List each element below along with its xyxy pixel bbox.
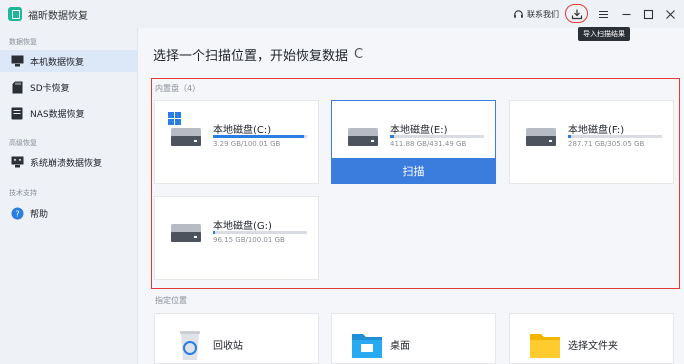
contact-us-label: 联系我们 xyxy=(527,10,559,19)
drive-name: 本地磁盘(G:) xyxy=(213,221,272,232)
page-title: 选择一个扫描位置，开始恢复数据 C xyxy=(153,45,363,64)
export-icon xyxy=(571,9,582,19)
sidebar-item-sd-recovery[interactable]: SD卡恢复 xyxy=(0,76,138,98)
page-title-text: 选择一个扫描位置，开始恢复数据 xyxy=(153,49,349,64)
drive-usage-bar xyxy=(568,135,662,138)
hard-drive-icon xyxy=(171,128,201,146)
drive-name: 本地磁盘(F:) xyxy=(568,125,625,136)
menu-icon[interactable] xyxy=(595,6,611,22)
drive-card-f[interactable]: 本地磁盘(F:) 287.71 GB/305.05 GB xyxy=(509,100,674,184)
drive-size: 411.88 GB/431.49 GB xyxy=(390,140,467,148)
sidebar-item-help[interactable]: ? 帮助 xyxy=(0,202,138,224)
drive-card-c[interactable]: 本地磁盘(C:) 3.29 GB/100.01 GB xyxy=(154,100,319,184)
svg-text:?: ? xyxy=(15,209,19,218)
internal-drives-label: 内置盘（4） xyxy=(155,84,201,93)
location-label: 桌面 xyxy=(390,341,410,352)
drive-size: 3.29 GB/100.01 GB xyxy=(213,140,281,148)
app-title: 福昕数据恢复 xyxy=(28,11,88,22)
system-crash-icon xyxy=(10,155,24,169)
location-choose-folder[interactable]: 选择文件夹 xyxy=(509,313,674,364)
app-logo-icon xyxy=(8,7,22,21)
drive-usage-bar xyxy=(390,135,484,138)
sidebar: 数据恢复 本机数据恢复 SD卡恢复 NAS数据恢复 高级恢复 系统崩溃数据恢复 … xyxy=(0,28,138,364)
drive-size: 287.71 GB/305.05 GB xyxy=(568,140,645,148)
import-scan-result-button[interactable] xyxy=(565,4,588,23)
nas-icon xyxy=(10,106,24,120)
recycle-bin-icon xyxy=(180,331,200,360)
specified-location-label: 指定位置 xyxy=(155,296,187,305)
drive-usage-bar xyxy=(213,135,307,138)
desktop-folder-icon xyxy=(352,334,382,358)
scan-button[interactable]: 扫描 xyxy=(332,158,495,183)
sidebar-item-label: NAS数据恢复 xyxy=(30,109,85,120)
location-label: 选择文件夹 xyxy=(568,341,618,352)
drive-card-g[interactable]: 本地磁盘(G:) 96.15 GB/100.01 GB xyxy=(154,196,319,280)
headset-icon xyxy=(514,10,523,18)
location-recycle-bin[interactable]: 回收站 xyxy=(154,313,319,364)
hard-drive-icon xyxy=(526,128,556,146)
sidebar-item-label: 系统崩溃数据恢复 xyxy=(30,158,103,169)
location-desktop[interactable]: 桌面 xyxy=(331,313,496,364)
sidebar-section-advanced: 高级恢复 xyxy=(9,139,37,147)
sidebar-item-nas-recovery[interactable]: NAS数据恢复 xyxy=(0,102,138,124)
windows-icon xyxy=(168,112,181,125)
main-content: 选择一个扫描位置，开始恢复数据 C 内置盘（4） 本地磁盘(C:) 3.29 G… xyxy=(139,28,684,364)
drive-card-e[interactable]: 本地磁盘(E:) 411.88 GB/431.49 GB 扫描 xyxy=(331,100,496,184)
hard-drive-icon xyxy=(348,128,378,146)
location-label: 回收站 xyxy=(213,341,243,352)
maximize-icon[interactable] xyxy=(640,6,656,22)
export-tooltip: 导入扫描结果 xyxy=(578,27,630,41)
folder-icon xyxy=(530,334,560,358)
drive-size: 96.15 GB/100.01 GB xyxy=(213,236,285,244)
help-icon: ? xyxy=(10,206,24,220)
sidebar-section-recovery: 数据恢复 xyxy=(9,38,37,46)
drive-usage-bar xyxy=(213,231,307,234)
sidebar-item-system-crash[interactable]: 系统崩溃数据恢复 xyxy=(0,151,138,173)
title-bar: 福昕数据恢复 联系我们 xyxy=(0,0,684,28)
sidebar-item-label: 帮助 xyxy=(30,209,49,220)
sidebar-item-label: 本机数据恢复 xyxy=(30,57,85,68)
drive-name: 本地磁盘(C:) xyxy=(213,125,272,136)
sidebar-item-local-recovery[interactable]: 本机数据恢复 xyxy=(0,50,138,72)
close-icon[interactable] xyxy=(662,6,678,22)
refresh-icon[interactable]: C xyxy=(354,47,363,62)
contact-us-button[interactable]: 联系我们 xyxy=(513,9,559,20)
computer-icon xyxy=(10,54,24,68)
drive-name: 本地磁盘(E:) xyxy=(390,125,448,136)
sidebar-section-support: 技术支持 xyxy=(9,189,37,197)
sd-card-icon xyxy=(10,80,24,94)
sidebar-item-label: SD卡恢复 xyxy=(30,83,70,94)
hard-drive-icon xyxy=(171,224,201,242)
minimize-icon[interactable] xyxy=(618,6,634,22)
